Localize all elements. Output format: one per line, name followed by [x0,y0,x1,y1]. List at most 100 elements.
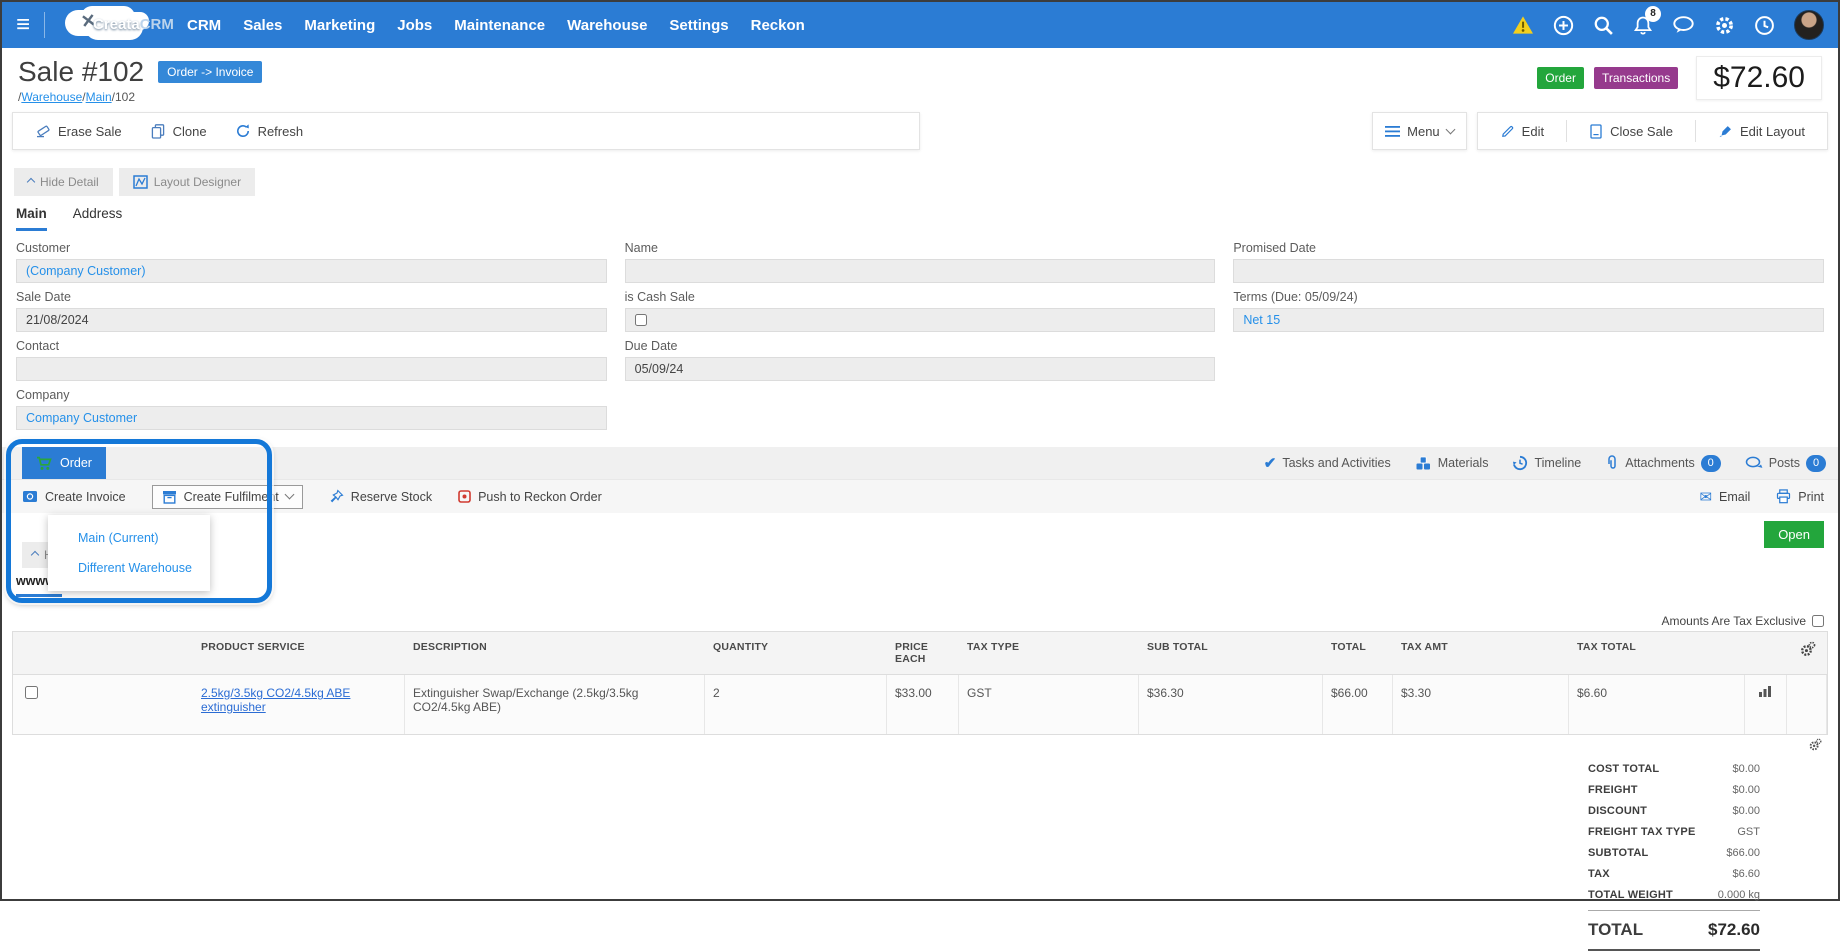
eraser-icon [35,123,51,139]
menu-dropdown-button[interactable]: Menu [1372,112,1467,150]
hide-detail-button[interactable]: Hide Detail [14,168,113,196]
chat-icon[interactable] [1672,15,1695,35]
row-select-checkbox[interactable] [25,686,38,699]
promised-date-input[interactable] [1233,259,1824,283]
breadcrumb-main-link[interactable]: Main [86,90,112,104]
clone-button[interactable]: Clone [138,120,219,142]
layout-designer-button[interactable]: Layout Designer [119,168,255,196]
total-line-freight-tax-type: FREIGHT TAX TYPE GST [1588,826,1760,838]
document-icon [1589,124,1603,139]
nav-item-marketing[interactable]: Marketing [304,17,375,34]
is-cash-sale-field: is Cash Sale [625,290,1216,332]
cell-quantity: 2 [705,675,887,734]
line-items-table: PRODUCT SERVICE DESCRIPTION QUANTITY PRI… [12,631,1828,735]
user-avatar[interactable] [1794,10,1824,40]
order-tab[interactable]: Order [22,447,106,479]
customer-link[interactable]: (Company Customer) [26,264,145,278]
page-header: Sale #102 Order -> Invoice /Warehouse/Ma… [2,48,1838,108]
creatacrm-logo[interactable]: ✕ CreataCRM [59,3,167,47]
attachments-link[interactable]: Attachments 0 [1605,455,1720,472]
materials-link[interactable]: Materials [1415,456,1489,471]
warning-icon[interactable] [1512,15,1534,35]
sale-date-input[interactable]: 21/08/2024 [16,308,607,332]
col-description[interactable]: DESCRIPTION [405,632,705,674]
is-cash-sale-wrapper [625,308,1216,332]
tab-main[interactable]: Main [16,206,47,231]
sale-detail-form: Customer (Company Customer) Sale Date 21… [2,231,1838,437]
nav-item-crm[interactable]: CRM [187,17,221,34]
timeline-link[interactable]: Timeline [1512,455,1581,471]
customer-input[interactable]: (Company Customer) [16,259,607,283]
nav-item-reckon[interactable]: Reckon [751,17,805,34]
hamburger-menu-icon[interactable]: ≡ [16,13,30,37]
notifications-bell-icon[interactable]: 8 [1633,15,1653,36]
print-button[interactable]: Print [1776,488,1824,506]
order-actionbar: Create Invoice Create Fulfilment Reserve… [2,479,1838,513]
tax-exclusive-checkbox[interactable] [1812,615,1824,627]
company-link[interactable]: Company Customer [26,411,137,425]
product-link[interactable]: 2.5kg/3.5kg CO2/4.5kg ABE extinguisher [201,686,350,714]
terms-input[interactable]: Net 15 [1233,308,1824,332]
col-quantity[interactable]: QUANTITY [705,632,887,674]
history-clock-icon[interactable] [1754,15,1775,36]
cell-product-service: 2.5kg/3.5kg CO2/4.5kg ABE extinguisher [193,675,405,734]
row-chart-button[interactable] [1745,675,1787,734]
attachments-count-badge: 0 [1701,455,1721,472]
nav-item-settings[interactable]: Settings [669,17,728,34]
breadcrumb-current: 102 [115,90,135,104]
gear-icon [1808,738,1822,752]
order-status-badge[interactable]: Order [1537,67,1584,89]
open-status-button[interactable]: Open [1764,521,1824,548]
due-date-input[interactable]: 05/09/24 [625,357,1216,381]
col-sub-total[interactable]: SUB TOTAL [1139,632,1323,674]
table-footer-settings[interactable] [12,735,1828,755]
bar-chart-icon [1758,684,1773,698]
timeline-history-icon [1512,455,1528,471]
nav-item-sales[interactable]: Sales [243,17,282,34]
tasks-and-activities-link[interactable]: ✔ Tasks and Activities [1264,454,1391,472]
push-to-reckon-button[interactable]: Push to Reckon Order [458,490,602,504]
contact-input[interactable] [16,357,607,381]
reserve-stock-button[interactable]: Reserve Stock [329,489,432,504]
email-button[interactable]: ✉ Email [1699,488,1750,506]
edit-layout-button[interactable]: Edit Layout [1706,121,1817,142]
create-fulfilment-dropdown-menu: Main (Current) Different Warehouse [48,515,210,591]
col-total[interactable]: TOTAL [1323,632,1393,674]
table-settings-button[interactable] [1787,632,1827,674]
close-sale-button[interactable]: Close Sale [1577,121,1685,142]
edit-button[interactable]: Edit [1488,121,1556,142]
add-icon[interactable] [1553,15,1574,36]
tab-address[interactable]: Address [73,206,123,231]
terms-link[interactable]: Net 15 [1243,313,1280,327]
company-input[interactable]: Company Customer [16,406,607,430]
col-tax-type[interactable]: TAX TYPE [959,632,1139,674]
cell-description: Extinguisher Swap/Exchange (2.5kg/3.5kg … [405,675,705,734]
is-cash-sale-checkbox[interactable] [635,314,647,326]
erase-sale-button[interactable]: Erase Sale [23,120,134,142]
total-line-subtotal: SUBTOTAL $66.00 [1588,847,1760,859]
nav-item-jobs[interactable]: Jobs [397,17,432,34]
col-tax-total[interactable]: TAX TOTAL [1569,632,1745,674]
dropdown-item-main-current[interactable]: Main (Current) [48,523,210,553]
col-tax-amt[interactable]: TAX AMT [1393,632,1569,674]
breadcrumb-warehouse-link[interactable]: Warehouse [21,90,82,104]
gear-icon [1799,641,1816,658]
pencil-icon [1500,124,1515,139]
nav-item-warehouse[interactable]: Warehouse [567,17,647,34]
reckon-icon [458,490,471,503]
name-input[interactable] [625,259,1216,283]
search-icon[interactable] [1593,15,1614,36]
settings-gear-icon[interactable] [1714,15,1735,36]
posts-link[interactable]: Posts 0 [1745,455,1826,472]
col-price-each[interactable]: PRICE EACH [887,632,959,674]
create-fulfilment-dropdown-button[interactable]: Create Fulfilment [152,485,303,509]
nav-item-maintenance[interactable]: Maintenance [454,17,545,34]
create-invoice-button[interactable]: Create Invoice [22,490,126,504]
pushpin-icon [329,489,344,504]
chevron-down-icon [1445,124,1455,134]
refresh-button[interactable]: Refresh [223,120,316,142]
transactions-badge[interactable]: Transactions [1594,67,1678,89]
dropdown-item-different-warehouse[interactable]: Different Warehouse [48,553,210,583]
workflow-badge[interactable]: Order -> Invoice [158,61,262,83]
col-product-service[interactable]: PRODUCT SERVICE [193,632,405,674]
